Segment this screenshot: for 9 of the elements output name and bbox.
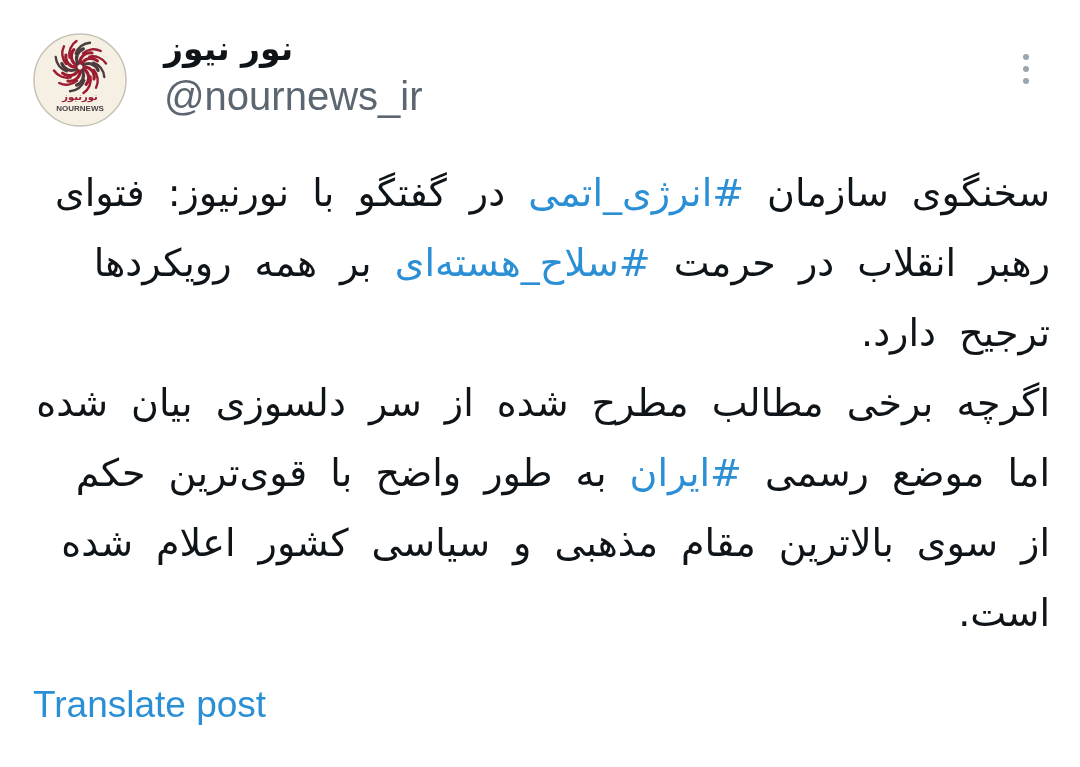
hashtag-link[interactable]: #انرژی_اتمی — [528, 171, 745, 215]
more-icon[interactable] — [1022, 53, 1030, 85]
author-handle[interactable]: @nournews_ir — [164, 73, 423, 119]
hashtag-link[interactable]: #ایران — [629, 451, 742, 495]
post-text: سخنگوی سازمان #انرژی_اتمی در گفتگو با نورنیوز: فتوای رهبر انقلاب در حرمت #سلاح_هسته‌ای بر همه رویکردها ترجیح دارد. — [54, 170, 1050, 358]
post-text: اگرچه برخی مطالب مطرح شده از سر دلسوزی بیان شده اما موضع رسمی #ایران به طور واضح با قوی‌ترین حکم از سوی بالاترین مقام مذهبی و سیاسی کشور اعلام شده است. — [35, 380, 1050, 637]
hashtag-link[interactable]: #سلاح_هسته‌ای — [394, 241, 651, 285]
translate-link[interactable]: Translate post — [33, 684, 267, 725]
author-name[interactable]: نور نیوز — [164, 25, 294, 73]
